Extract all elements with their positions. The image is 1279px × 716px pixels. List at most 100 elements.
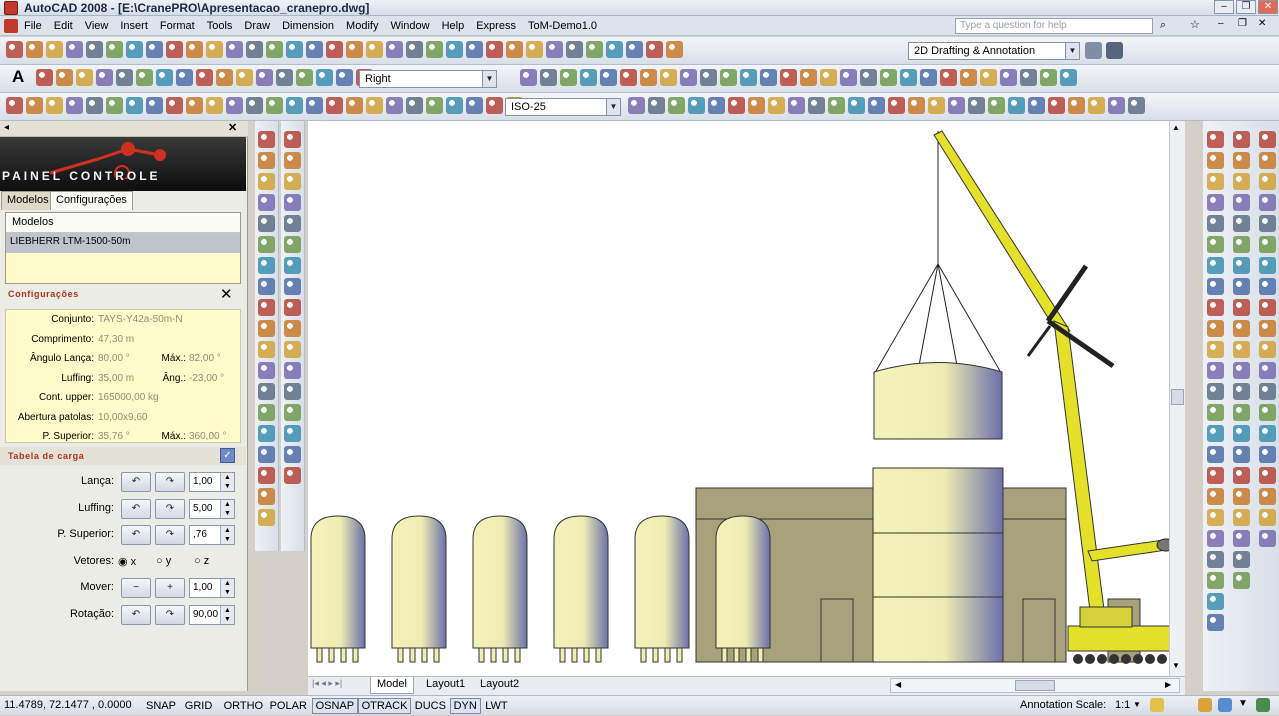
- aligned-dim-icon[interactable]: [1259, 152, 1276, 169]
- menu-modify[interactable]: Modify: [340, 16, 384, 36]
- ucs-y-icon[interactable]: [880, 69, 897, 86]
- light-spot-icon[interactable]: [668, 97, 685, 114]
- value-stepper[interactable]: 1,00 ▲ ▼: [189, 578, 235, 598]
- flatshot-icon[interactable]: [1207, 593, 1224, 610]
- stepper-value[interactable]: 5,00: [193, 503, 212, 514]
- render-icon[interactable]: [628, 97, 645, 114]
- 3d-array-icon[interactable]: [1207, 551, 1224, 568]
- angular-icon[interactable]: [1259, 278, 1276, 295]
- spline-icon[interactable]: [258, 299, 275, 316]
- sun-icon[interactable]: [296, 69, 313, 86]
- markup-icon[interactable]: [446, 41, 463, 58]
- pan-icon[interactable]: [286, 41, 303, 58]
- inspect-icon[interactable]: [306, 97, 323, 114]
- area-icon[interactable]: [1233, 509, 1250, 526]
- tool-palettes-icon[interactable]: [406, 41, 423, 58]
- text-style-icon[interactable]: A: [12, 67, 24, 87]
- new-icon[interactable]: [666, 41, 683, 58]
- menu-window[interactable]: Window: [384, 16, 435, 36]
- layer-delete-icon[interactable]: [1040, 69, 1057, 86]
- quick-dim-icon[interactable]: [1259, 299, 1276, 316]
- continuous-orbit-icon[interactable]: [560, 69, 577, 86]
- increase-button[interactable]: ↷: [155, 472, 185, 492]
- pyramid-icon[interactable]: [1207, 257, 1224, 274]
- insert-block-icon[interactable]: [258, 362, 275, 379]
- decrease-button[interactable]: −: [121, 578, 151, 598]
- spin-arrows-icon[interactable]: ▲ ▼: [220, 605, 234, 624]
- toggle-lwt[interactable]: LWT: [481, 698, 511, 714]
- wedge-icon[interactable]: [1207, 152, 1224, 169]
- menu-tools[interactable]: Tools: [201, 16, 239, 36]
- leader-icon[interactable]: [446, 97, 463, 114]
- dim-override-icon[interactable]: [426, 97, 443, 114]
- minimize-button[interactable]: –: [1214, 0, 1234, 14]
- zoom-window-icon[interactable]: [326, 41, 343, 58]
- value-stepper[interactable]: 90,00 ▲ ▼: [189, 604, 235, 625]
- undo-icon[interactable]: [246, 41, 263, 58]
- break-icon[interactable]: [1259, 383, 1276, 400]
- multiline-text-icon[interactable]: [258, 509, 275, 526]
- panel-autohide-icon[interactable]: ◂: [4, 122, 9, 133]
- presspull-icon[interactable]: [1207, 341, 1224, 358]
- open-icon[interactable]: [26, 41, 43, 58]
- menu-file[interactable]: File: [18, 16, 48, 36]
- wedge-icon[interactable]: [1028, 97, 1045, 114]
- vector-radio-y[interactable]: ○ y: [156, 555, 171, 567]
- planar-surface-icon[interactable]: [1108, 97, 1125, 114]
- toggle-snap[interactable]: SNAP: [142, 698, 180, 714]
- move-face-icon[interactable]: [1233, 215, 1250, 232]
- rotate-face-icon[interactable]: [1233, 278, 1250, 295]
- ucs-object-icon[interactable]: [760, 69, 777, 86]
- plot-icon[interactable]: [66, 41, 83, 58]
- array-icon[interactable]: [284, 215, 301, 232]
- ucs-origin-icon[interactable]: [800, 69, 817, 86]
- ucs-x-icon[interactable]: [860, 69, 877, 86]
- stepper-value[interactable]: 1,00: [193, 476, 212, 487]
- increase-button[interactable]: ↷: [155, 498, 185, 519]
- view-combo[interactable]: Right ▼: [359, 70, 497, 88]
- copy-icon[interactable]: [166, 41, 183, 58]
- baseline-dim-icon[interactable]: [186, 97, 203, 114]
- help-icon[interactable]: [486, 41, 503, 58]
- linear-dim-icon[interactable]: [1259, 131, 1276, 148]
- radio-icon[interactable]: ○: [156, 555, 166, 567]
- radio-icon[interactable]: ○: [194, 555, 204, 567]
- animation-icon[interactable]: [888, 97, 905, 114]
- cylinder-icon[interactable]: [988, 97, 1005, 114]
- helix-icon[interactable]: [1088, 97, 1105, 114]
- table-style-icon[interactable]: [76, 69, 93, 86]
- tab-layout2[interactable]: Layout2: [474, 677, 525, 694]
- decrease-button[interactable]: ↶: [121, 498, 151, 519]
- explode-icon[interactable]: [284, 467, 301, 484]
- dim-style-icon[interactable]: [56, 69, 73, 86]
- materials-icon[interactable]: [708, 97, 725, 114]
- lights-icon[interactable]: [276, 69, 293, 86]
- radius-dim-icon[interactable]: [86, 97, 103, 114]
- layer-icon[interactable]: [900, 69, 917, 86]
- 3d-align-icon[interactable]: [1207, 530, 1224, 547]
- mirror-icon[interactable]: [284, 173, 301, 190]
- tab-modelos[interactable]: Modelos: [1, 191, 55, 210]
- zoom-extents-icon[interactable]: [546, 41, 563, 58]
- zoom-previous-icon[interactable]: [346, 41, 363, 58]
- light-distant-icon[interactable]: [688, 97, 705, 114]
- properties-icon[interactable]: [366, 41, 383, 58]
- geographic-icon[interactable]: [828, 97, 845, 114]
- tab-layout1[interactable]: Layout1: [420, 677, 471, 694]
- maximize-button[interactable]: ❐: [1236, 0, 1256, 14]
- arc-length-icon[interactable]: [1259, 173, 1276, 190]
- menu-express[interactable]: Express: [470, 16, 522, 36]
- copy-edge-icon[interactable]: [1233, 341, 1250, 358]
- inspect-icon[interactable]: [1259, 446, 1276, 463]
- subtract-solid-icon[interactable]: [1233, 152, 1250, 169]
- polysolid-icon[interactable]: [1207, 299, 1224, 316]
- walk-icon[interactable]: [336, 69, 353, 86]
- decrease-button[interactable]: ↶: [121, 525, 151, 545]
- autocad-app-icon[interactable]: [4, 1, 18, 15]
- paste-icon[interactable]: [186, 41, 203, 58]
- cone-icon[interactable]: [1207, 173, 1224, 190]
- scrollbar-thumb[interactable]: [1171, 389, 1184, 405]
- torus-icon[interactable]: [1207, 236, 1224, 253]
- jogged-linear-icon[interactable]: [326, 97, 343, 114]
- diameter-dim-icon[interactable]: [126, 97, 143, 114]
